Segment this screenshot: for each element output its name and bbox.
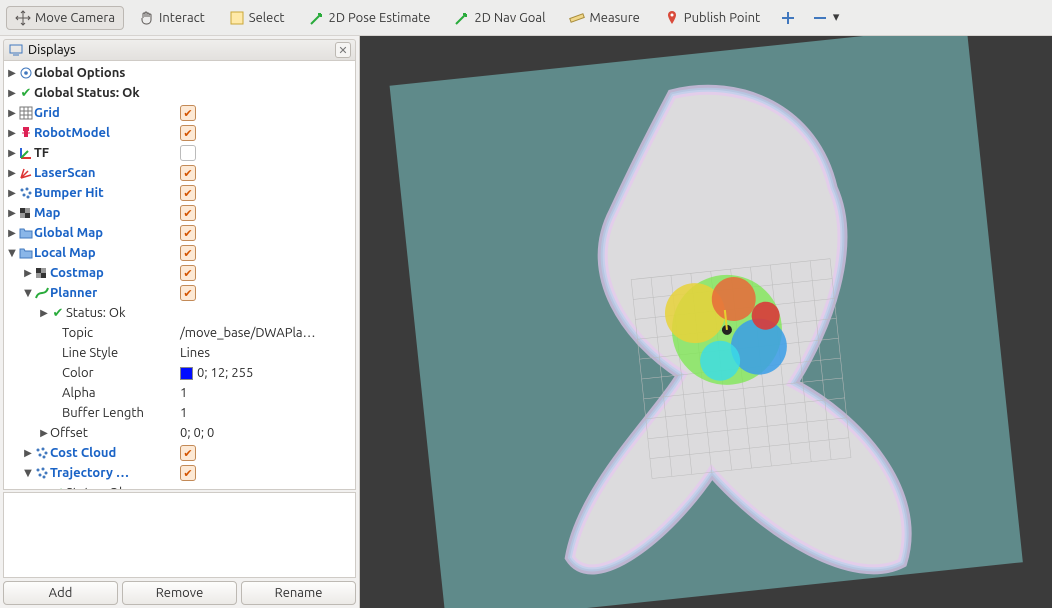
tree-item-trajectory[interactable]: ▼ Trajectory … ✔ [4, 463, 355, 483]
tf-checkbox[interactable]: ✔ [180, 145, 196, 161]
nav-goal-label: 2D Nav Goal [474, 11, 545, 25]
pointcloud-icon [34, 465, 50, 481]
map-icon [18, 205, 34, 221]
grid-icon [18, 105, 34, 121]
panel-buttons: Add Remove Rename [0, 578, 359, 608]
chevron-down-icon: ▾ [832, 10, 840, 26]
tree-item-planner[interactable]: ▼ Planner ✔ [4, 283, 355, 303]
tree-prop-offset[interactable]: ▶ Offset 0; 0; 0 [4, 423, 355, 443]
left-panel: Displays ✕ ▶ Global Options ▶ ✔ Global S… [0, 36, 360, 608]
tree-item-grid[interactable]: ▶ Grid ✔ [4, 103, 355, 123]
tree-prop-linestyle[interactable]: ▶ Line Style Lines [4, 343, 355, 363]
arrow-green-icon [309, 10, 325, 26]
pose-estimate-label: 2D Pose Estimate [329, 11, 431, 25]
publish-point-label: Publish Point [684, 11, 760, 25]
displays-icon [8, 42, 24, 58]
displays-title: Displays [28, 43, 76, 57]
tree-item-costmap[interactable]: ▶ Costmap ✔ [4, 263, 355, 283]
tree-item-laserscan[interactable]: ▶ LaserScan ✔ [4, 163, 355, 183]
pose-estimate-button[interactable]: 2D Pose Estimate [300, 6, 440, 30]
bumper-hit-checkbox[interactable]: ✔ [180, 185, 196, 201]
nav-goal-button[interactable]: 2D Nav Goal [445, 6, 554, 30]
tree-item-cost-cloud[interactable]: ▶ Cost Cloud ✔ [4, 443, 355, 463]
minus-icon [812, 10, 828, 26]
color-swatch [180, 367, 193, 380]
plus-icon [780, 10, 796, 26]
map-icon [34, 265, 50, 281]
tree-item-global-status[interactable]: ▶ ✔ Global Status: Ok [4, 83, 355, 103]
viewport-3d[interactable] [360, 36, 1052, 608]
interact-button[interactable]: Interact [130, 6, 214, 30]
pointcloud-icon [34, 445, 50, 461]
tree-item-global-map[interactable]: ▶ Global Map ✔ [4, 223, 355, 243]
tf-icon [18, 145, 34, 161]
check-icon: ✔ [18, 85, 34, 101]
robotmodel-checkbox[interactable]: ✔ [180, 125, 196, 141]
map-checkbox[interactable]: ✔ [180, 205, 196, 221]
displays-tree[interactable]: ▶ Global Options ▶ ✔ Global Status: Ok ▶… [3, 61, 356, 490]
planner-checkbox[interactable]: ✔ [180, 285, 196, 301]
select-icon [229, 10, 245, 26]
description-box [3, 492, 356, 578]
move-camera-label: Move Camera [35, 11, 115, 25]
tree-item-map[interactable]: ▶ Map ✔ [4, 203, 355, 223]
move-camera-icon [15, 10, 31, 26]
cost-cloud-checkbox[interactable]: ✔ [180, 445, 196, 461]
tree-item-local-map[interactable]: ▼ Local Map ✔ [4, 243, 355, 263]
laserscan-checkbox[interactable]: ✔ [180, 165, 196, 181]
arrow-green-icon [454, 10, 470, 26]
robot-icon [18, 125, 34, 141]
folder-icon [18, 225, 34, 241]
gear-icon [18, 65, 34, 81]
pin-icon [664, 10, 680, 26]
main-area: Displays ✕ ▶ Global Options ▶ ✔ Global S… [0, 36, 1052, 608]
tree-item-global-options[interactable]: ▶ Global Options [4, 63, 355, 83]
tree-item-tf[interactable]: ▶ TF ✔ [4, 143, 355, 163]
tree-item-bumper-hit[interactable]: ▶ Bumper Hit ✔ [4, 183, 355, 203]
measure-label: Measure [589, 11, 639, 25]
tree-prop-alpha[interactable]: ▶ Alpha 1 [4, 383, 355, 403]
costmap-checkbox[interactable]: ✔ [180, 265, 196, 281]
add-tool-button[interactable] [775, 6, 801, 30]
tree-prop-topic[interactable]: ▶ Topic /move_base/DWAPla… [4, 323, 355, 343]
add-button[interactable]: Add [3, 581, 118, 605]
trajectory-checkbox[interactable]: ✔ [180, 465, 196, 481]
grid-checkbox[interactable]: ✔ [180, 105, 196, 121]
rename-button[interactable]: Rename [241, 581, 356, 605]
check-icon: ✔ [50, 305, 66, 321]
measure-button[interactable]: Measure [560, 6, 648, 30]
move-camera-button[interactable]: Move Camera [6, 6, 124, 30]
ruler-icon [569, 10, 585, 26]
hand-icon [139, 10, 155, 26]
tree-item-robotmodel[interactable]: ▶ RobotModel ✔ [4, 123, 355, 143]
folder-icon [18, 245, 34, 261]
tree-item-planner-status[interactable]: ▶ ✔ Status: Ok [4, 303, 355, 323]
laserscan-icon [18, 165, 34, 181]
local-map-checkbox[interactable]: ✔ [180, 245, 196, 261]
check-icon: ✔ [50, 485, 66, 490]
remove-button[interactable]: Remove [122, 581, 237, 605]
tree-item-trajectory-status[interactable]: ▶ ✔ Status: Ok [4, 483, 355, 490]
pointcloud-icon [18, 185, 34, 201]
tree-prop-buflen[interactable]: ▶ Buffer Length 1 [4, 403, 355, 423]
remove-tool-button[interactable]: ▾ [807, 6, 845, 30]
path-icon [34, 285, 50, 301]
global-map-checkbox[interactable]: ✔ [180, 225, 196, 241]
select-button[interactable]: Select [220, 6, 294, 30]
toolbar: Move Camera Interact Select 2D Pose Esti… [0, 0, 1052, 36]
publish-point-button[interactable]: Publish Point [655, 6, 769, 30]
select-label: Select [249, 11, 285, 25]
close-icon[interactable]: ✕ [335, 42, 351, 58]
tree-prop-color[interactable]: ▶ Color 0; 12; 255 [4, 363, 355, 383]
interact-label: Interact [159, 11, 205, 25]
displays-panel-header[interactable]: Displays ✕ [3, 39, 356, 61]
